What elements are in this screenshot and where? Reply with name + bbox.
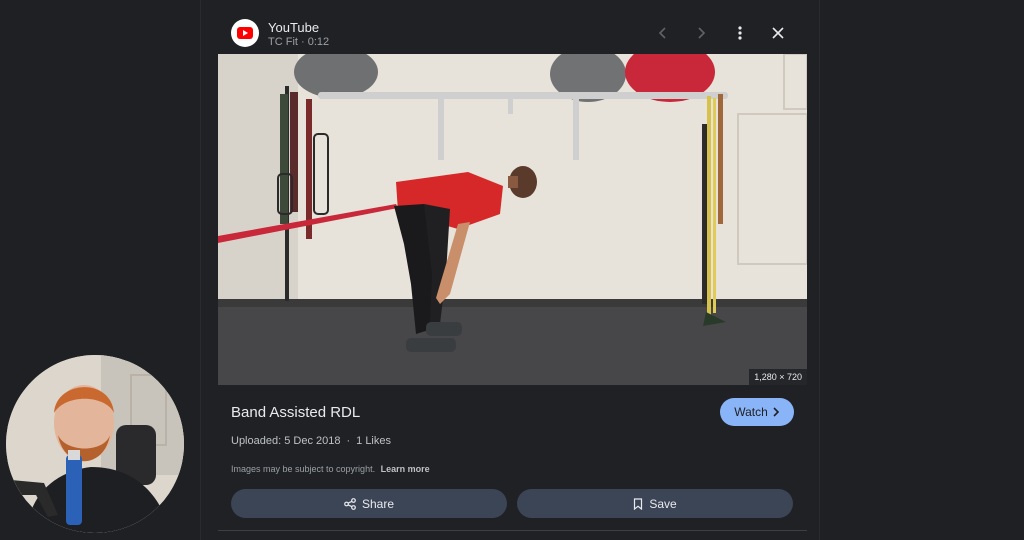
channel-and-duration: TC Fit · 0:12: [268, 36, 330, 48]
share-icon: [344, 497, 356, 510]
close-icon[interactable]: [767, 22, 789, 44]
copyright-notice: Images may be subject to copyright. Lear…: [231, 464, 430, 474]
save-label: Save: [649, 496, 677, 511]
learn-more-link[interactable]: Learn more: [381, 464, 430, 474]
more-vert-icon[interactable]: [729, 22, 751, 44]
preview-image[interactable]: 1,280 × 720: [218, 54, 807, 385]
image-dimensions: 1,280 × 720: [749, 369, 807, 385]
right-backdrop: [818, 0, 1024, 540]
upload-date: Uploaded: 5 Dec 2018: [231, 435, 341, 447]
like-count: 1 Likes: [356, 435, 391, 447]
watch-button[interactable]: Watch: [720, 398, 794, 426]
chevron-right-icon[interactable]: [690, 22, 712, 44]
gym-photo: [218, 54, 807, 385]
webcam-feed: [6, 355, 184, 533]
site-name[interactable]: YouTube: [268, 20, 319, 35]
bookmark-icon: [634, 497, 643, 510]
youtube-logo-icon[interactable]: [231, 19, 259, 47]
webcam-overlay: [6, 355, 184, 533]
image-preview-panel: YouTube TC Fit · 0:12 1,280 × 720 Band A…: [200, 0, 820, 540]
share-label: Share: [361, 496, 395, 511]
watch-label: Watch: [734, 405, 768, 419]
chevron-right-icon: [773, 407, 779, 417]
divider: [218, 530, 807, 531]
save-button[interactable]: Save: [517, 489, 793, 518]
share-button[interactable]: Share: [231, 489, 507, 518]
meta-separator: ·: [346, 435, 351, 447]
preview-header: YouTube TC Fit · 0:12: [231, 18, 791, 50]
copyright-text: Images may be subject to copyright.: [231, 464, 376, 474]
result-title[interactable]: Band Assisted RDL: [231, 404, 360, 421]
result-meta: Uploaded: 5 Dec 2018 · 1 Likes: [231, 435, 391, 447]
chevron-left-icon[interactable]: [652, 22, 674, 44]
